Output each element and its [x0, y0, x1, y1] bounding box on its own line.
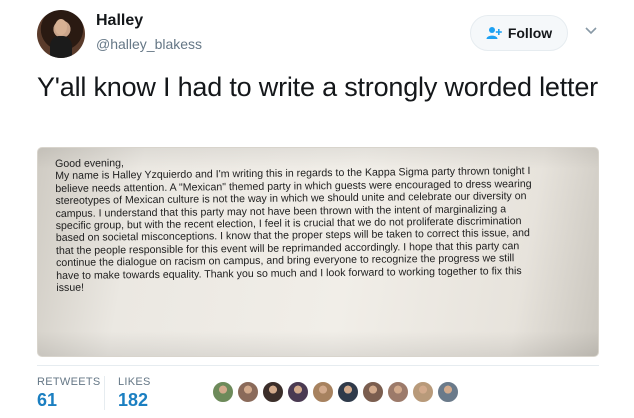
liker-avatar[interactable]	[287, 381, 309, 403]
avatar-body	[50, 36, 72, 58]
follow-user-icon	[486, 27, 502, 39]
liker-avatar[interactable]	[412, 381, 434, 403]
tweet-media-photo[interactable]: Good evening, My name is Halley Yzquierd…	[37, 147, 599, 357]
tweet-text: Y'all know I had to write a strongly wor…	[37, 72, 598, 102]
likes-label: LIKES	[118, 376, 151, 388]
liker-avatar[interactable]	[312, 381, 334, 403]
liker-avatar[interactable]	[387, 381, 409, 403]
letter-text: Good evening, My name is Halley Yzquierd…	[55, 152, 590, 294]
stats-divider	[37, 365, 599, 366]
avatar[interactable]	[37, 10, 85, 58]
tweet-header: Halley @halley_blakess Follow	[0, 0, 634, 70]
likes-count[interactable]: 182	[118, 390, 148, 411]
liker-avatar[interactable]	[437, 381, 459, 403]
chevron-down-icon[interactable]	[584, 26, 598, 36]
liker-avatar[interactable]	[362, 381, 384, 403]
avatar-face	[55, 19, 67, 35]
follow-button[interactable]: Follow	[470, 15, 568, 51]
liker-avatar[interactable]	[337, 381, 359, 403]
follow-button-label: Follow	[507, 25, 553, 41]
retweets-label: RETWEETS	[37, 376, 101, 388]
liker-avatar[interactable]	[262, 381, 284, 403]
retweets-count[interactable]: 61	[37, 390, 57, 411]
user-name[interactable]: Halley	[96, 12, 143, 30]
stats-separator	[104, 376, 105, 410]
likers-avatars	[212, 381, 459, 405]
liker-avatar[interactable]	[237, 381, 259, 403]
liker-avatar[interactable]	[212, 381, 234, 403]
user-handle[interactable]: @halley_blakess	[96, 36, 202, 52]
